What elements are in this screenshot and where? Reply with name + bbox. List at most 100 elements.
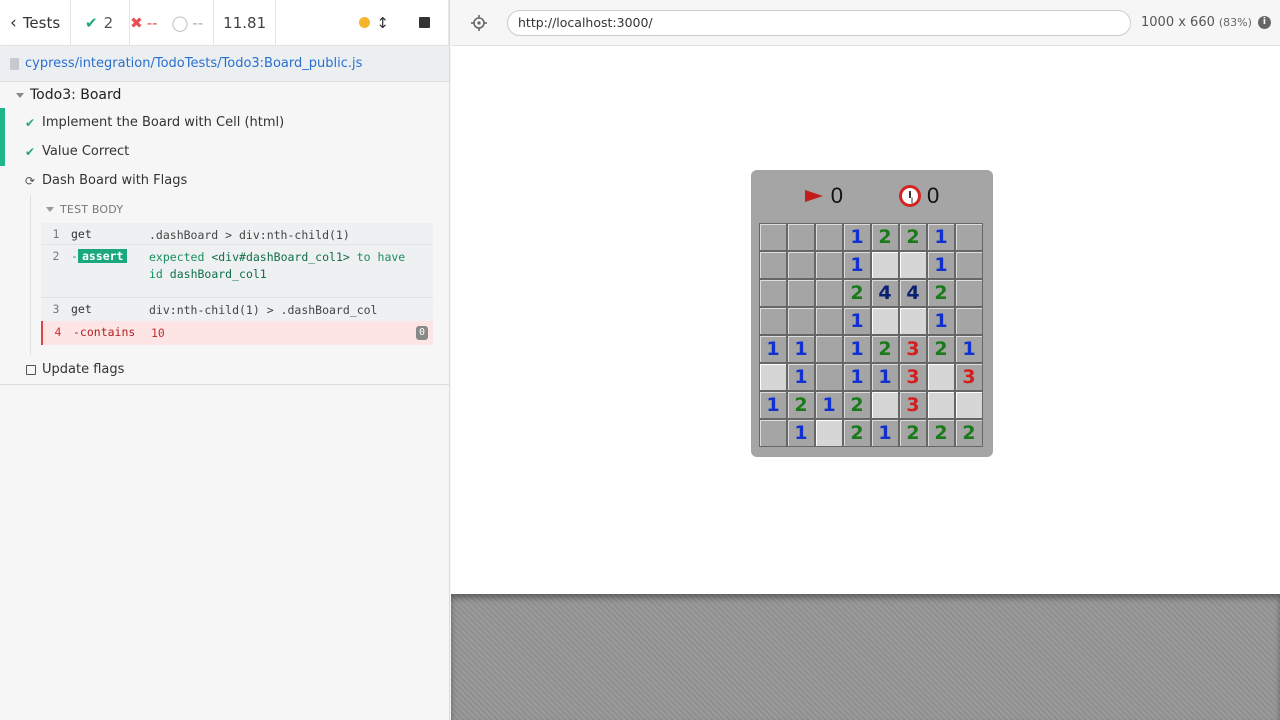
board-cell[interactable]: 2 [871, 223, 899, 251]
board-cell[interactable]: 1 [955, 335, 983, 363]
board-cell[interactable] [899, 307, 927, 335]
board-cell[interactable] [955, 251, 983, 279]
board-cell[interactable]: 1 [787, 335, 815, 363]
board-cell[interactable] [787, 223, 815, 251]
board-cell[interactable]: 1 [843, 335, 871, 363]
command-row-failed[interactable]: 4 -contains 10 0 [41, 321, 433, 345]
board-cell[interactable] [871, 251, 899, 279]
board-cell[interactable]: 1 [843, 223, 871, 251]
test-row-implement-board[interactable]: ✔ Implement the Board with Cell (html) [0, 108, 449, 137]
board-cell[interactable] [815, 363, 843, 391]
suite-title-row[interactable]: Todo3: Board [0, 82, 449, 108]
pending-count: ◯ -- [172, 0, 215, 46]
board-cell[interactable] [759, 279, 787, 307]
test-label: Value Correct [42, 144, 130, 159]
board-cell[interactable] [899, 251, 927, 279]
flag-counter: 0 [805, 183, 843, 209]
board-cell[interactable]: 1 [815, 391, 843, 419]
board-cell[interactable] [815, 251, 843, 279]
board-cell[interactable] [955, 307, 983, 335]
board-cell[interactable]: 3 [899, 391, 927, 419]
assert-mid: to have [356, 250, 406, 264]
board-cell[interactable]: 3 [899, 363, 927, 391]
viewport-scale: (83%) [1218, 16, 1252, 29]
board-cell[interactable] [871, 391, 899, 419]
board-grid: 12211124421111123211113312123121222 [759, 223, 983, 447]
url-bar[interactable]: http://localhost:3000/ [507, 9, 1131, 36]
board-cell[interactable]: 1 [871, 363, 899, 391]
board-cell[interactable] [759, 419, 787, 447]
board-cell[interactable]: 1 [927, 251, 955, 279]
board-cell[interactable] [927, 391, 955, 419]
board-cell[interactable]: 1 [787, 419, 815, 447]
test-body-header[interactable]: TEST BODY [30, 195, 433, 223]
board-cell[interactable]: 4 [899, 279, 927, 307]
board-cell[interactable]: 1 [871, 419, 899, 447]
spec-path-link[interactable]: cypress/integration/TodoTests/Todo3:Boar… [25, 56, 362, 71]
controls: ↕ [276, 0, 449, 46]
board-cell[interactable] [787, 279, 815, 307]
board-cell[interactable] [815, 307, 843, 335]
board-cell[interactable]: 2 [843, 279, 871, 307]
duration: 11.81 [214, 0, 277, 46]
board-cell[interactable] [871, 307, 899, 335]
board-cell[interactable]: 1 [759, 391, 787, 419]
board-cell[interactable]: 2 [955, 419, 983, 447]
board-cell[interactable] [759, 363, 787, 391]
command-row[interactable]: 1 get .dashBoard > div:nth-child(1) [41, 223, 433, 245]
arrows-vertical-icon[interactable]: ↕ [376, 14, 389, 32]
board-cell[interactable]: 2 [899, 419, 927, 447]
timer-value: 0 [927, 183, 940, 208]
board-cell[interactable]: 2 [871, 335, 899, 363]
test-row-dash-board-flags[interactable]: ⟳ Dash Board with Flags [0, 166, 449, 195]
board-cell[interactable]: 2 [787, 391, 815, 419]
board-cell[interactable] [759, 307, 787, 335]
test-row-update-flags[interactable]: Update flags [0, 355, 449, 385]
board-cell[interactable]: 1 [787, 363, 815, 391]
board-cell[interactable]: 2 [927, 335, 955, 363]
board-cell[interactable]: 1 [843, 307, 871, 335]
board-cell[interactable] [955, 391, 983, 419]
tests-back-button[interactable]: ‹ Tests [0, 0, 71, 46]
test-row-value-correct[interactable]: ✔ Value Correct [0, 137, 449, 166]
board-cell[interactable]: 2 [927, 419, 955, 447]
aut-background-area [451, 594, 1280, 720]
board-cell[interactable]: 2 [843, 391, 871, 419]
board-cell[interactable] [955, 279, 983, 307]
board-cell[interactable]: 1 [927, 307, 955, 335]
board-cell[interactable]: 2 [843, 419, 871, 447]
passed-count: ✔ 2 [71, 0, 131, 46]
board-cell[interactable]: 1 [927, 223, 955, 251]
info-icon[interactable]: i [1257, 16, 1271, 29]
board-cell[interactable]: 4 [871, 279, 899, 307]
board-cell[interactable] [759, 251, 787, 279]
board-cell[interactable]: 2 [927, 279, 955, 307]
board-cell[interactable] [787, 307, 815, 335]
selector-playground-button[interactable] [451, 14, 507, 31]
board-cell[interactable]: 3 [955, 363, 983, 391]
stop-button[interactable] [419, 17, 430, 28]
board-cell[interactable] [815, 419, 843, 447]
command-row[interactable]: 3 get div:nth-child(1) > .dashBoard_col [41, 297, 433, 321]
suite-title: Todo3: Board [30, 87, 122, 103]
board-cell[interactable] [815, 279, 843, 307]
board-cell[interactable] [927, 363, 955, 391]
board-cell[interactable]: 2 [899, 223, 927, 251]
command-name: -contains [73, 325, 136, 339]
command-row[interactable]: 2 - assert expected <div#dashBoard_col1> … [41, 245, 433, 297]
file-icon [10, 57, 19, 70]
board-cell[interactable] [759, 223, 787, 251]
board-cell[interactable] [815, 223, 843, 251]
board-cell[interactable] [787, 251, 815, 279]
board-cell[interactable]: 3 [899, 335, 927, 363]
board-cell[interactable]: 1 [843, 251, 871, 279]
command-number: 2 [52, 249, 60, 263]
board-cell[interactable]: 1 [843, 363, 871, 391]
spec-path-bar: cypress/integration/TodoTests/Todo3:Boar… [0, 46, 449, 82]
auto-scroll-indicator-icon[interactable] [359, 17, 371, 28]
caret-down-icon [46, 206, 54, 212]
board-cell[interactable] [815, 335, 843, 363]
board-cell[interactable] [955, 223, 983, 251]
board-cell[interactable]: 1 [759, 335, 787, 363]
flag-icon [805, 188, 825, 204]
